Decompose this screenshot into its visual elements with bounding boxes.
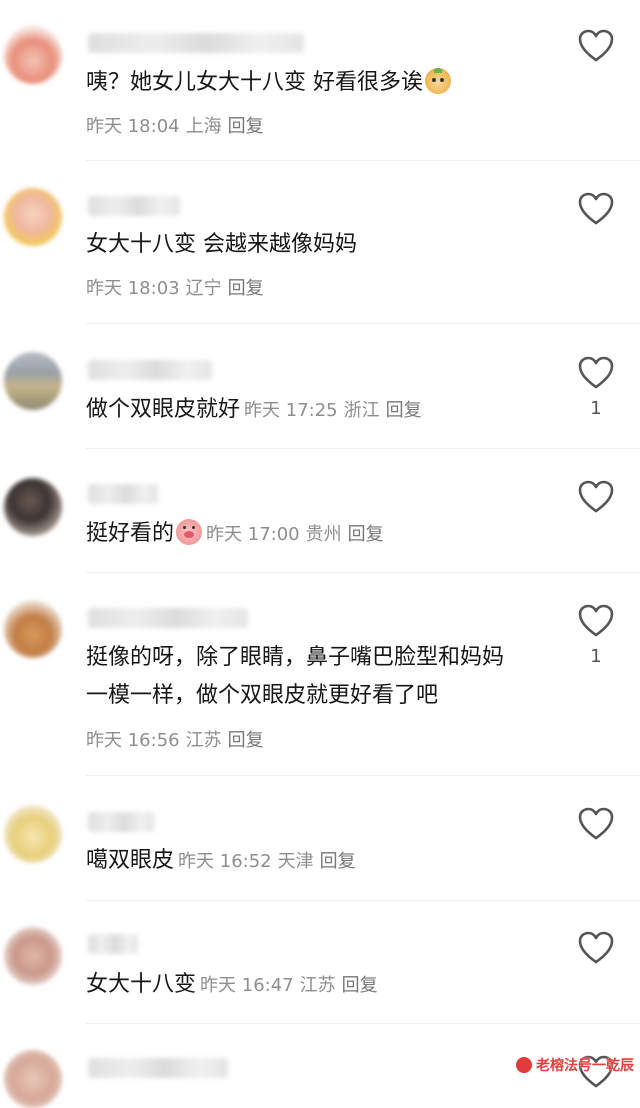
avatar[interactable] (4, 805, 62, 863)
comment-text: 噶双眼皮 昨天 16:52 天津 回复 (86, 848, 356, 873)
comment-text: 做个双眼皮就好 昨天 17:25 浙江 回复 (86, 397, 422, 422)
reply-button[interactable]: 回复 (320, 851, 356, 872)
watermark: 老榕法号一乾辰 (516, 1055, 634, 1075)
comment-time: 昨天 18:03 (86, 278, 180, 299)
username-blurred[interactable] (88, 484, 158, 504)
watermark-logo-icon (516, 1057, 532, 1073)
comment-meta: 昨天 18:04 上海 回复 (86, 112, 270, 138)
reply-button[interactable]: 回复 (228, 116, 264, 137)
comment-time: 昨天 17:25 (244, 400, 338, 421)
divider (86, 900, 640, 901)
username-blurred[interactable] (88, 1058, 228, 1078)
comment-location: 浙江 (343, 400, 380, 421)
comment-time: 昨天 16:56 (86, 730, 180, 751)
divider (86, 160, 640, 161)
avatar[interactable] (4, 1050, 62, 1108)
divider (86, 323, 640, 324)
heart-outline-icon[interactable] (578, 480, 614, 514)
comment-location: 上海 (185, 116, 222, 137)
comment-location: 辽宁 (185, 278, 222, 299)
comment-location: 江苏 (299, 975, 336, 996)
comment-time: 昨天 16:47 (200, 975, 294, 996)
divider (86, 448, 640, 449)
comment-meta: 昨天 16:56 江苏 回复 (86, 726, 270, 752)
avatar[interactable] (4, 478, 62, 536)
comment-text: 一模一样，做个双眼皮就更好看了吧 (86, 683, 439, 708)
comment-location: 江苏 (185, 730, 222, 751)
comment-time: 昨天 16:52 (178, 851, 272, 872)
avatar[interactable] (4, 600, 62, 658)
heart-outline-icon[interactable] (578, 807, 614, 841)
reply-button[interactable]: 回复 (342, 975, 378, 996)
divider (86, 775, 640, 776)
heart-outline-icon[interactable] (578, 29, 614, 63)
avatar[interactable] (4, 26, 62, 84)
heart-outline-icon[interactable] (578, 192, 614, 226)
heart-outline-icon[interactable] (578, 604, 614, 638)
avatar[interactable] (4, 352, 62, 410)
comment-text: 挺好看的 昨天 17:00 贵州 回复 (86, 519, 384, 546)
comment-location: 天津 (277, 851, 314, 872)
comment-meta: 昨天 18:03 辽宁 回复 (86, 274, 270, 300)
comment-text: 咦？她女儿女大十八变 好看很多诶 (86, 68, 451, 98)
pig-emoji-icon (176, 519, 203, 545)
username-blurred[interactable] (88, 196, 180, 216)
heart-outline-icon[interactable] (578, 931, 614, 965)
heart-outline-icon[interactable] (578, 356, 614, 390)
like-count: 1 (590, 398, 602, 419)
avatar[interactable] (4, 927, 62, 985)
comment-text: 女大十八变 会越来越像妈妈 (86, 232, 357, 257)
comment-text: 女大十八变 昨天 16:47 江苏 回复 (86, 972, 378, 997)
reply-button[interactable]: 回复 (348, 524, 384, 545)
reply-button[interactable]: 回复 (228, 730, 264, 751)
reply-button[interactable]: 回复 (228, 278, 264, 299)
comment-text: 挺像的呀，除了眼睛，鼻子嘴巴脸型和妈妈 (86, 645, 505, 670)
username-blurred[interactable] (88, 608, 248, 628)
like-count: 1 (590, 646, 602, 667)
divider (86, 1023, 640, 1024)
divider (86, 572, 640, 573)
reply-button[interactable]: 回复 (386, 400, 422, 421)
comment-time: 昨天 17:00 (206, 524, 300, 545)
comment-time: 昨天 18:04 (86, 116, 180, 137)
username-blurred[interactable] (88, 33, 304, 53)
username-blurred[interactable] (88, 812, 154, 832)
monkey-emoji-icon (425, 68, 451, 94)
username-blurred[interactable] (88, 934, 138, 954)
username-blurred[interactable] (88, 360, 212, 380)
avatar[interactable] (4, 188, 62, 246)
comment-location: 贵州 (305, 524, 342, 545)
